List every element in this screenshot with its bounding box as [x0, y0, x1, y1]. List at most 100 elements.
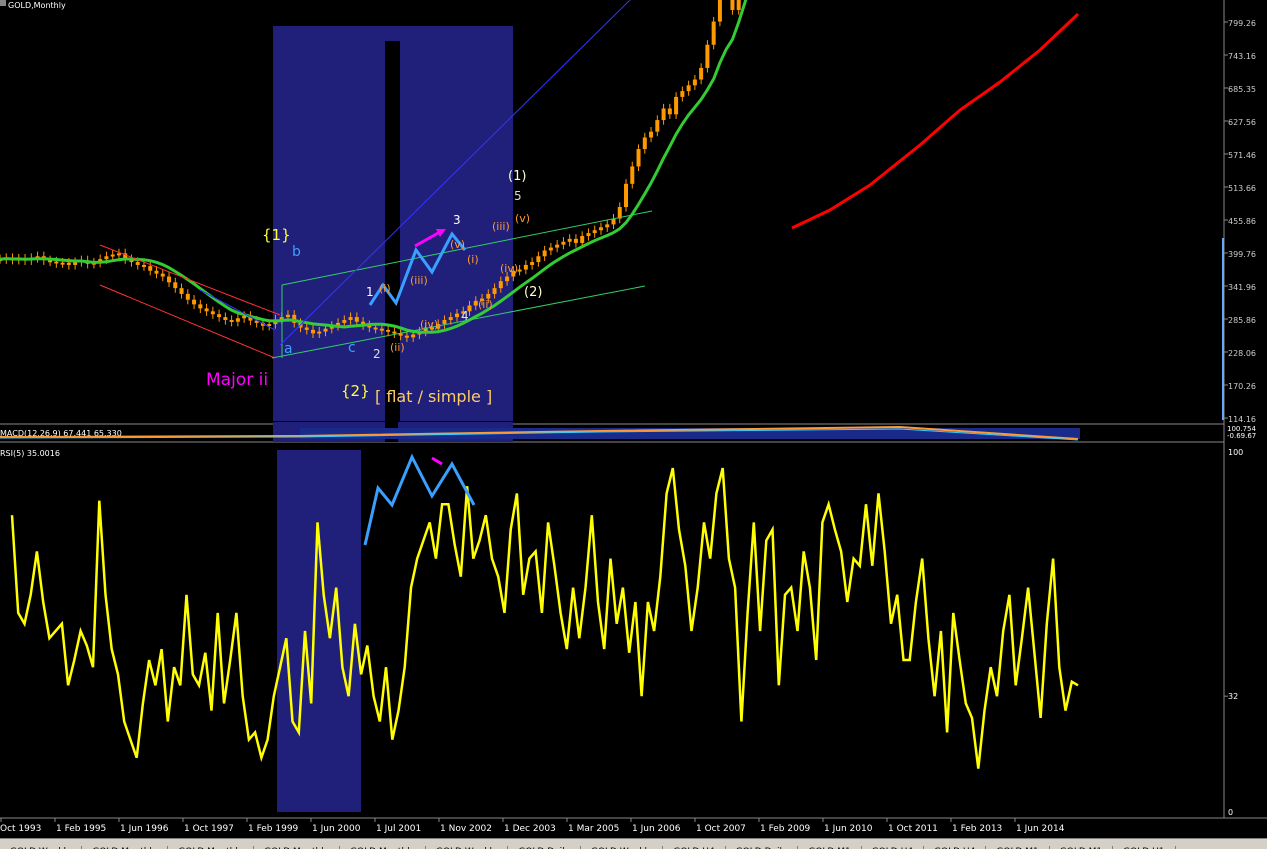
candle-body	[561, 241, 566, 245]
rsi-line	[10, 467, 1079, 769]
date-tick-label: 1 Jun 2006	[632, 824, 681, 834]
candle-body	[492, 288, 497, 294]
price-chart[interactable]: Major ii {1} {2} [ flat / simple ] a b c (1) (2)…	[0, 0, 1267, 848]
candle-body	[523, 264, 528, 270]
price-tick-label: 341.96	[1228, 283, 1256, 292]
candle-body	[386, 329, 391, 332]
candle-body	[667, 108, 672, 115]
date-tick-label: 1 Jun 1996	[120, 824, 169, 834]
candle-body	[736, 0, 741, 10]
candle-body	[592, 230, 597, 234]
date-tick-label: 1 Oct 1997	[184, 824, 234, 834]
label-r-iv-2: (iv)	[500, 262, 518, 275]
label-wave-b: b	[292, 244, 301, 260]
candle-body	[548, 247, 553, 251]
label-r-iii: (iii)	[410, 274, 428, 287]
candle-body	[586, 233, 591, 236]
candle-body	[699, 67, 704, 80]
candle-body	[304, 327, 309, 330]
candle-body	[379, 328, 384, 331]
label-r-ii: (ii)	[390, 341, 405, 354]
candle-body	[624, 183, 629, 208]
candle-body	[342, 320, 347, 323]
price-tick-label: 799.26	[1228, 19, 1256, 28]
label-wave-a: a	[284, 341, 293, 357]
candle-body	[498, 281, 503, 289]
candle-body	[192, 299, 197, 305]
date-tick-label: 1 Jun 2000	[312, 824, 361, 834]
candle-body	[167, 276, 172, 283]
label-wave-1-curly: {1}	[262, 226, 291, 244]
price-tick-label: 399.76	[1228, 250, 1256, 259]
candle-body	[185, 293, 190, 300]
candle-body	[348, 317, 353, 321]
magenta-arrow-rsi	[431, 456, 443, 466]
candle-body	[66, 262, 71, 265]
candle-body	[555, 244, 560, 248]
label-paren-2: (2)	[524, 285, 542, 300]
candle-body	[448, 317, 453, 321]
candle-body	[198, 304, 203, 309]
label-major-ii: Major ii	[206, 370, 268, 390]
date-tick-label: 1 Feb 2013	[952, 824, 1002, 834]
date-tick-label: 1 Mar 2005	[568, 824, 619, 834]
candle-body	[655, 120, 660, 132]
price-tick-label: 228.06	[1228, 349, 1256, 358]
candle-body	[661, 108, 666, 121]
candle-body	[454, 313, 459, 318]
candle-body	[692, 79, 697, 86]
candle-body	[674, 96, 679, 115]
label-r-i-2: (i)	[467, 253, 479, 266]
date-tick-label: 1 Nov 2002	[440, 824, 492, 834]
candle-body	[223, 317, 228, 321]
gap-black-main	[385, 41, 400, 436]
candle-body	[392, 331, 397, 334]
rsi-label: RSI(5) 35.0016	[0, 449, 60, 458]
red-average-line	[791, 12, 1080, 230]
price-tick-label: 571.46	[1228, 151, 1256, 160]
label-r-iv: (iv)	[420, 318, 438, 331]
candle-body	[317, 331, 322, 334]
candle-body	[148, 266, 153, 271]
date-tick-label: Oct 1993	[0, 824, 41, 834]
price-tick-label: 114.16	[1228, 415, 1256, 424]
candle-body	[598, 227, 603, 231]
price-tick-label: 513.66	[1228, 184, 1256, 193]
candle-body	[373, 327, 378, 330]
date-tick-label: 1 Feb 1995	[56, 824, 106, 834]
elliott-zigzag-rsi	[363, 453, 476, 546]
candle-body	[404, 335, 409, 338]
candle-body	[141, 264, 146, 267]
price-tick-label: 455.86	[1228, 217, 1256, 226]
candle-body	[649, 131, 654, 138]
label-r-v-2: (v)	[515, 212, 530, 225]
candle-body	[116, 253, 121, 256]
highlight-zone-rsi	[277, 450, 361, 812]
candle-body	[680, 91, 685, 97]
date-tick-label: 1 Oct 2007	[696, 824, 746, 834]
date-tick-label: 1 Jun 2010	[824, 824, 873, 834]
macd-axis-bottom: -0.69.67	[1227, 432, 1256, 440]
rsi-axis-0: 0	[1228, 808, 1233, 817]
label-r-iii-2: (iii)	[492, 220, 510, 233]
candle-body	[605, 224, 610, 228]
candle-body	[323, 328, 328, 332]
candle-body	[567, 238, 572, 242]
label-n5: 5	[514, 189, 522, 203]
price-tick-label: 685.35	[1228, 85, 1256, 94]
candle-body	[54, 261, 59, 264]
price-tick-label: 170.26	[1228, 382, 1256, 391]
candle-body	[442, 320, 447, 325]
candle-body	[580, 235, 585, 243]
chart-window: Major ii {1} {2} [ flat / simple ] a b c (1) (2)…	[0, 0, 1267, 849]
label-n2: 2	[373, 347, 381, 361]
date-tick-label: 1 Jul 2001	[376, 824, 421, 834]
candle-body	[210, 311, 215, 315]
candle-body	[705, 44, 710, 68]
candle-body	[573, 238, 578, 243]
rsi-axis-100: 100	[1228, 448, 1243, 457]
candle-body	[179, 288, 184, 294]
candle-body	[110, 254, 115, 257]
candle-body	[311, 329, 316, 334]
date-tick-label: 1 Feb 1999	[248, 824, 299, 834]
